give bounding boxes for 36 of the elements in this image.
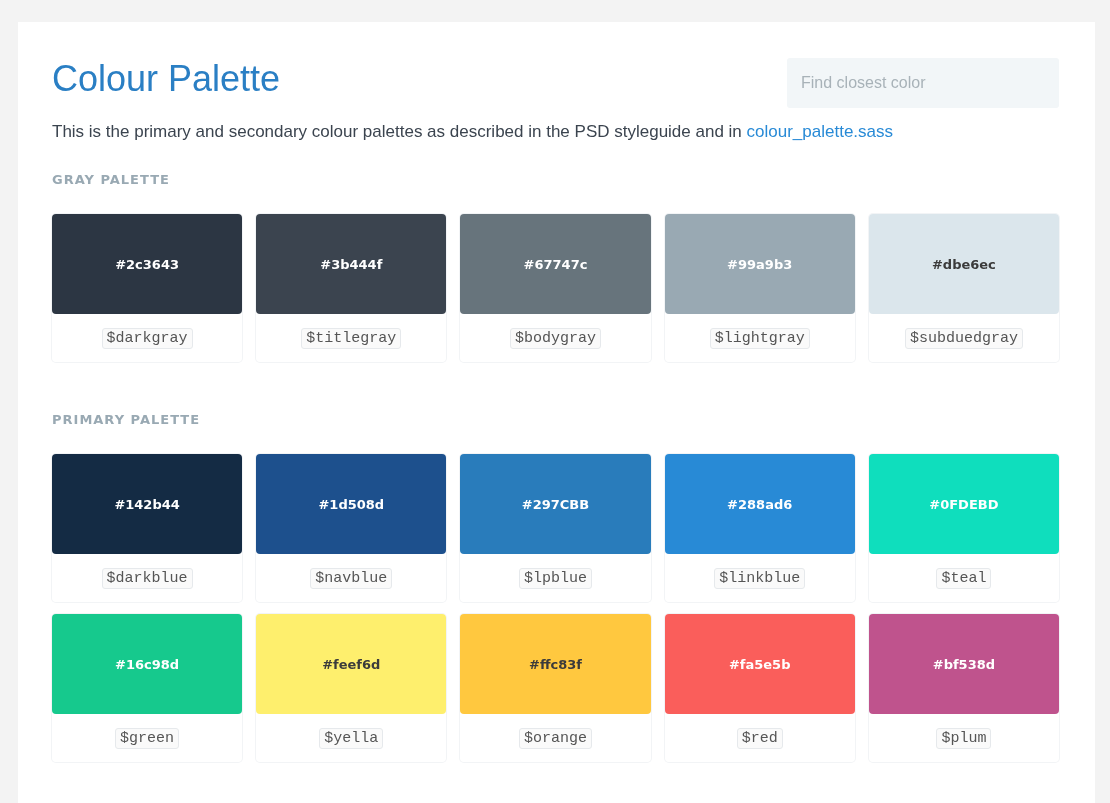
variable-name: $teal	[936, 567, 992, 589]
hex-code: #2c3643	[115, 256, 179, 272]
variable-name: $navblue	[310, 567, 393, 589]
hex-code: #feef6d	[322, 656, 381, 672]
intro-text: This is the primary and secondary colour palettes as described in the PSD styleguide and in colour_palette.sass	[52, 122, 895, 142]
variable-name: $plum	[936, 727, 992, 749]
section-heading: PRIMARY PALETTE	[52, 412, 202, 427]
hex-code: #0FDEBD	[929, 496, 999, 512]
variable-name: $orange	[519, 727, 592, 749]
hex-code: #3b444f	[320, 256, 383, 272]
variable-name: $yella	[319, 727, 384, 749]
hex-code: #bf538d	[932, 656, 996, 672]
hex-code: #297CBB	[521, 496, 590, 512]
file-link[interactable]: colour_palette.sass	[746, 122, 894, 141]
hex-code: #dbe6ec	[931, 256, 996, 272]
variable-name: $subduedgray	[904, 327, 1023, 349]
hex-code: #fa5e5b	[728, 656, 791, 672]
variable-name: $lightgray	[709, 327, 810, 349]
variable-name: $darkgray	[101, 327, 193, 349]
hex-code: #16c98d	[115, 656, 180, 672]
hex-code: #67747c	[523, 256, 588, 272]
hex-code: #288ad6	[727, 496, 793, 512]
variable-name: $darkblue	[101, 567, 193, 589]
variable-name: $linkblue	[714, 567, 806, 589]
search-field[interactable]: Find closest color	[787, 58, 1059, 108]
variable-name: $titlegray	[301, 327, 402, 349]
hex-code: #ffc83f	[529, 656, 582, 672]
variable-name: $red	[736, 727, 783, 749]
hex-code: #1d508d	[318, 496, 385, 512]
variable-name: $bodygray	[510, 327, 601, 349]
section-heading: GRAY PALETTE	[52, 172, 171, 187]
variable-name: $green	[115, 727, 180, 749]
hex-code: #99a9b3	[727, 256, 793, 272]
hex-code: #142b44	[114, 496, 180, 512]
page-title: Colour Palette	[52, 58, 281, 100]
variable-name: $lpblue	[519, 567, 592, 589]
